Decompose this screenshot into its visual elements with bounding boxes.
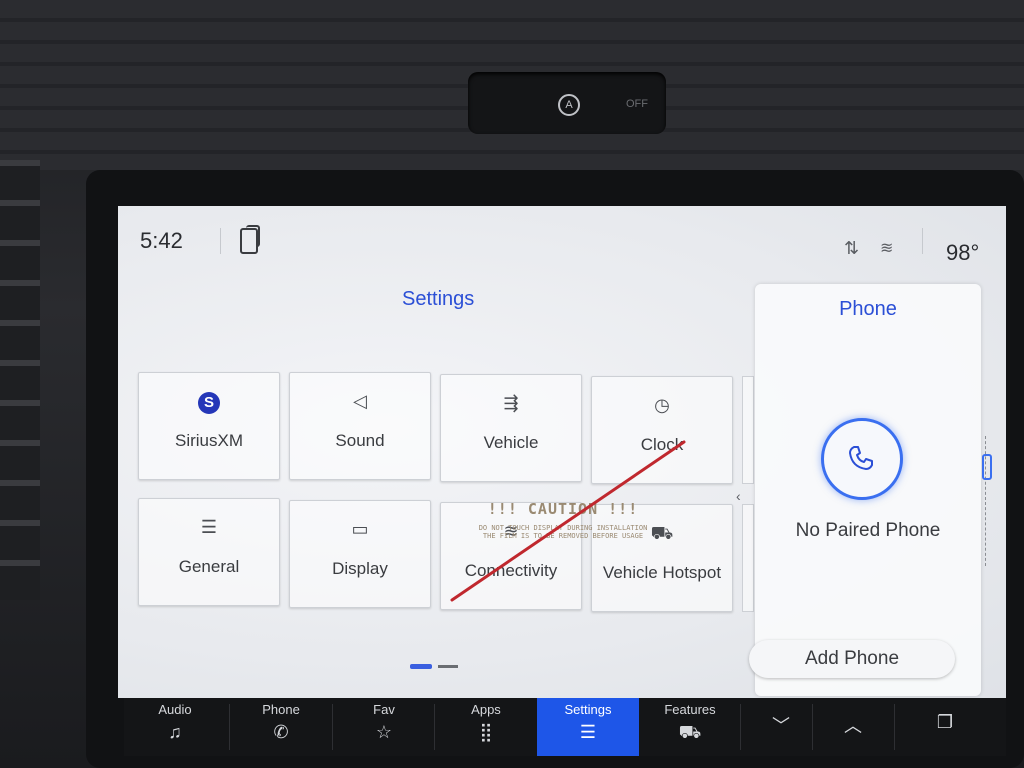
tile-display[interactable]: ▭ Display (289, 500, 431, 608)
tile-sound[interactable]: ◁ Sound (289, 372, 431, 480)
auto-start-stop-button[interactable]: A OFF (468, 72, 666, 134)
nav-label: Features (664, 702, 716, 717)
phone-panel-title: Phone (839, 298, 897, 320)
truck-icon: ⛟ (678, 722, 702, 742)
wifi-icon: ≋ (880, 240, 894, 257)
nav-switch-view[interactable]: ❐ (895, 698, 995, 756)
star-icon: ☆ (375, 722, 393, 742)
tile-label: General (178, 557, 240, 576)
nav-expand[interactable]: ︿ (813, 698, 893, 756)
vehicle-settings-icon: ⇶ (503, 393, 519, 413)
nav-settings[interactable]: Settings ☰ (537, 698, 639, 756)
page-indicator-active (410, 664, 432, 669)
bottom-nav-bar: Audio ♫ Phone ✆ Fav ☆ Apps ⣿ Settings ☰ … (124, 698, 1006, 756)
caution-line: DO NOT TOUCH DISPLAY DURING INSTALLATION (478, 524, 648, 532)
tile-vehicle[interactable]: ⇶ Vehicle (440, 374, 582, 482)
phone-status: No Paired Phone (795, 520, 941, 541)
clock-icon: ◷ (654, 395, 670, 415)
nav-audio[interactable]: Audio ♫ (124, 698, 226, 756)
tile-label: Connectivity (464, 561, 558, 580)
tile-next-partial[interactable] (742, 504, 754, 612)
display-icon: ▭ (351, 519, 369, 539)
clock-time: 5:42 (140, 228, 183, 253)
nav-phone[interactable]: Phone ✆ (230, 698, 332, 756)
off-label: OFF (626, 98, 648, 110)
tile-label: Clock (640, 435, 684, 454)
page-title: Settings (402, 288, 475, 310)
phone-icon (849, 446, 873, 470)
tile-label: Sound (335, 431, 385, 450)
tile-general[interactable]: ☰ General (138, 498, 280, 606)
nav-label: Apps (471, 702, 501, 717)
a-circle-icon: A (558, 94, 580, 116)
nav-label: Phone (262, 702, 300, 717)
chevron-up-icon: ︿ (844, 716, 862, 736)
phone-projection-icon[interactable] (240, 225, 260, 254)
music-note-icon: ♫ (168, 722, 182, 742)
status-bar: 5:42 ⇅ ≋ 98° (118, 206, 1006, 266)
nav-collapse[interactable]: ﹀ (741, 698, 821, 756)
speaker-icon: ◁ (353, 391, 367, 411)
phone-panel: Phone No Paired Phone Add Phone (749, 284, 981, 696)
tile-label: SiriusXM (174, 431, 243, 450)
tile-label: Vehicle (483, 433, 539, 452)
chevron-down-icon: ﹀ (772, 716, 790, 736)
nav-features[interactable]: Features ⛟ (639, 698, 741, 756)
status-divider (220, 228, 221, 254)
nav-label: Fav (373, 702, 395, 717)
tile-label: Display (332, 559, 388, 578)
phone-call-button[interactable] (821, 418, 903, 500)
nav-label: Audio (158, 702, 192, 717)
nav-apps[interactable]: Apps ⣿ (435, 698, 537, 756)
chevron-left-icon[interactable]: ‹ (736, 488, 741, 504)
infotainment-screen: 5:42 ⇅ ≋ 98° Settings S SiriusXM ◁ Sound… (118, 206, 1006, 698)
phone-icon: ✆ (273, 722, 289, 742)
sliders-icon: ☰ (200, 517, 218, 537)
settings-sliders-icon: ☰ (579, 722, 597, 742)
add-phone-button[interactable]: Add Phone (749, 640, 955, 678)
tile-label: Vehicle Hotspot (602, 563, 722, 582)
tile-clock[interactable]: ◷ Clock (591, 376, 733, 484)
caution-heading: !!! CAUTION !!! (487, 500, 639, 518)
nav-fav[interactable]: Fav ☆ (333, 698, 435, 756)
overlapping-windows-icon: ❐ (936, 712, 954, 732)
siriusxm-icon: S (198, 392, 220, 414)
nav-label: Settings (564, 702, 612, 717)
apps-grid-icon: ⣿ (479, 722, 493, 742)
outside-temperature: 98° (946, 240, 980, 265)
tile-siriusxm[interactable]: S SiriusXM (138, 372, 280, 480)
caution-film-text: !!! CAUTION !!! DO NOT TOUCH DISPLAY DUR… (458, 500, 668, 540)
tile-next-partial[interactable] (742, 376, 754, 484)
scrollbar-thumb[interactable] (982, 454, 992, 480)
page-indicator[interactable] (438, 665, 458, 668)
data-transfer-icon: ⇅ (844, 238, 860, 258)
status-divider (922, 228, 923, 254)
caution-line: THE FILM IS TO BE REMOVED BEFORE USAGE (482, 532, 644, 540)
air-vent (0, 160, 40, 600)
